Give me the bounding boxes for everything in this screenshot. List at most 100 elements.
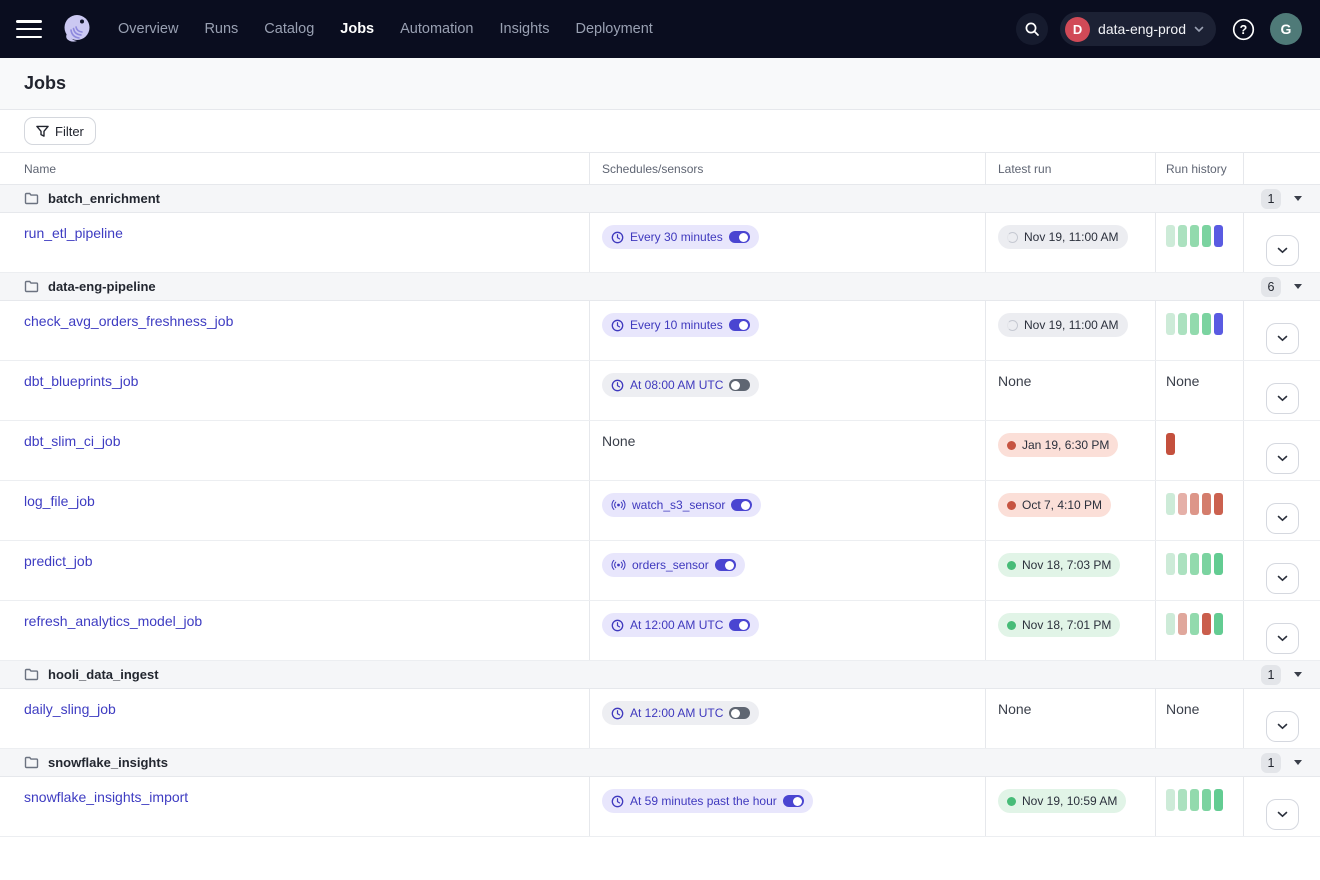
expand-row-button[interactable] <box>1266 799 1299 830</box>
search-button[interactable] <box>1016 13 1048 45</box>
nav-item-runs[interactable]: Runs <box>204 21 238 37</box>
latest-run-pill[interactable]: Nov 19, 10:59 AM <box>998 789 1126 813</box>
job-link[interactable]: dbt_slim_ci_job <box>24 433 121 449</box>
latest-run-time: Nov 19, 10:59 AM <box>1022 794 1117 808</box>
run-history-chip-success[interactable] <box>1166 553 1175 575</box>
nav-item-deployment[interactable]: Deployment <box>575 21 652 37</box>
run-history-chip-success[interactable] <box>1178 313 1187 335</box>
run-history-chip-success[interactable] <box>1178 225 1187 247</box>
schedule-toggle[interactable] <box>729 231 750 243</box>
column-header-run-history: Run history <box>1156 153 1244 184</box>
run-history-chip-success[interactable] <box>1190 789 1199 811</box>
job-link[interactable]: run_etl_pipeline <box>24 225 123 241</box>
run-history-chip-success[interactable] <box>1202 225 1211 247</box>
schedule-pill[interactable]: Every 30 minutes <box>602 225 759 249</box>
collapse-caret-icon[interactable] <box>1294 672 1302 677</box>
nav-item-catalog[interactable]: Catalog <box>264 21 314 37</box>
run-history-chip-in_progress[interactable] <box>1214 225 1223 247</box>
schedule-pill[interactable]: At 59 minutes past the hour <box>602 789 813 813</box>
menu-icon[interactable] <box>16 20 42 38</box>
run-history-chip-success[interactable] <box>1214 553 1223 575</box>
actions-cell <box>1244 213 1320 272</box>
run-history-chip-success[interactable] <box>1166 613 1175 635</box>
schedule-pill[interactable]: At 08:00 AM UTC <box>602 373 759 397</box>
latest-run-pill[interactable]: Nov 18, 7:03 PM <box>998 553 1120 577</box>
sensor-toggle[interactable] <box>715 559 736 571</box>
avatar[interactable]: G <box>1270 13 1302 45</box>
job-link[interactable]: daily_sling_job <box>24 701 116 717</box>
schedule-pill[interactable]: Every 10 minutes <box>602 313 759 337</box>
job-row-refresh_analytics_model_job: refresh_analytics_model_job At 12:00 AM U… <box>0 601 1320 661</box>
nav-item-overview[interactable]: Overview <box>118 21 178 37</box>
nav-item-automation[interactable]: Automation <box>400 21 473 37</box>
latest-run-pill[interactable]: Nov 19, 11:00 AM <box>998 225 1128 249</box>
run-history-chip-success[interactable] <box>1178 553 1187 575</box>
schedule-pill[interactable]: At 12:00 AM UTC <box>602 613 759 637</box>
expand-row-button[interactable] <box>1266 443 1299 474</box>
sensor-pill[interactable]: watch_s3_sensor <box>602 493 761 517</box>
run-history-chip-success[interactable] <box>1202 789 1211 811</box>
run-history-chip-failure[interactable] <box>1178 493 1187 515</box>
schedule-toggle[interactable] <box>729 619 750 631</box>
run-history-chip-failure[interactable] <box>1202 613 1211 635</box>
group-row-batch_enrichment: batch_enrichment1 <box>0 185 1320 213</box>
run-history-chip-failure[interactable] <box>1166 433 1175 455</box>
expand-row-button[interactable] <box>1266 503 1299 534</box>
job-link[interactable]: predict_job <box>24 553 93 569</box>
nav-item-jobs[interactable]: Jobs <box>340 21 374 37</box>
collapse-caret-icon[interactable] <box>1294 284 1302 289</box>
run-history-chip-success[interactable] <box>1190 225 1199 247</box>
run-history-chip-success[interactable] <box>1166 493 1175 515</box>
expand-row-button[interactable] <box>1266 383 1299 414</box>
run-history-chip-success[interactable] <box>1190 553 1199 575</box>
schedule-label: At 12:00 AM UTC <box>630 706 723 720</box>
help-button[interactable]: ? <box>1228 14 1258 44</box>
run-history-chip-failure[interactable] <box>1190 493 1199 515</box>
job-link[interactable]: check_avg_orders_freshness_job <box>24 313 233 329</box>
run-history-chip-success[interactable] <box>1202 553 1211 575</box>
run-history-chip-success[interactable] <box>1166 789 1175 811</box>
run-history-chip-success[interactable] <box>1190 313 1199 335</box>
expand-row-button[interactable] <box>1266 323 1299 354</box>
dagster-logo[interactable] <box>58 10 96 48</box>
schedule-toggle[interactable] <box>729 707 750 719</box>
job-link[interactable]: refresh_analytics_model_job <box>24 613 202 629</box>
schedule-toggle[interactable] <box>783 795 804 807</box>
sensor-toggle[interactable] <box>731 499 752 511</box>
job-link[interactable]: snowflake_insights_import <box>24 789 188 805</box>
group-header-right: 1 <box>1261 753 1302 773</box>
schedule-toggle[interactable] <box>729 319 750 331</box>
run-history-chip-success[interactable] <box>1178 789 1187 811</box>
nav-item-insights[interactable]: Insights <box>499 21 549 37</box>
latest-run-pill[interactable]: Oct 7, 4:10 PM <box>998 493 1111 517</box>
schedule-pill[interactable]: At 12:00 AM UTC <box>602 701 759 725</box>
schedule-toggle[interactable] <box>729 379 750 391</box>
deployment-switcher[interactable]: D data-eng-prod <box>1060 12 1216 46</box>
expand-row-button[interactable] <box>1266 235 1299 266</box>
run-history-chips <box>1166 433 1243 455</box>
run-history-chip-failure[interactable] <box>1214 493 1223 515</box>
job-link[interactable]: dbt_blueprints_job <box>24 373 138 389</box>
latest-run-pill[interactable]: Nov 18, 7:01 PM <box>998 613 1120 637</box>
run-history-chip-in_progress[interactable] <box>1214 313 1223 335</box>
job-link[interactable]: log_file_job <box>24 493 95 509</box>
expand-row-button[interactable] <box>1266 711 1299 742</box>
run-history-chip-success[interactable] <box>1166 313 1175 335</box>
run-history-chip-failure[interactable] <box>1202 493 1211 515</box>
run-history-chip-failure[interactable] <box>1178 613 1187 635</box>
expand-row-button[interactable] <box>1266 563 1299 594</box>
expand-row-button[interactable] <box>1266 623 1299 654</box>
collapse-caret-icon[interactable] <box>1294 196 1302 201</box>
filter-button[interactable]: Filter <box>24 117 96 145</box>
collapse-caret-icon[interactable] <box>1294 760 1302 765</box>
run-history-chip-success[interactable] <box>1190 613 1199 635</box>
latest-run-cell: Nov 18, 7:03 PM <box>986 541 1156 600</box>
run-history-chip-success[interactable] <box>1166 225 1175 247</box>
sensor-pill[interactable]: orders_sensor <box>602 553 745 577</box>
run-history-chip-success[interactable] <box>1202 313 1211 335</box>
latest-run-pill[interactable]: Jan 19, 6:30 PM <box>998 433 1118 457</box>
run-history-chip-success[interactable] <box>1214 789 1223 811</box>
toggle-knob <box>739 321 748 330</box>
latest-run-pill[interactable]: Nov 19, 11:00 AM <box>998 313 1128 337</box>
run-history-chip-success[interactable] <box>1214 613 1223 635</box>
